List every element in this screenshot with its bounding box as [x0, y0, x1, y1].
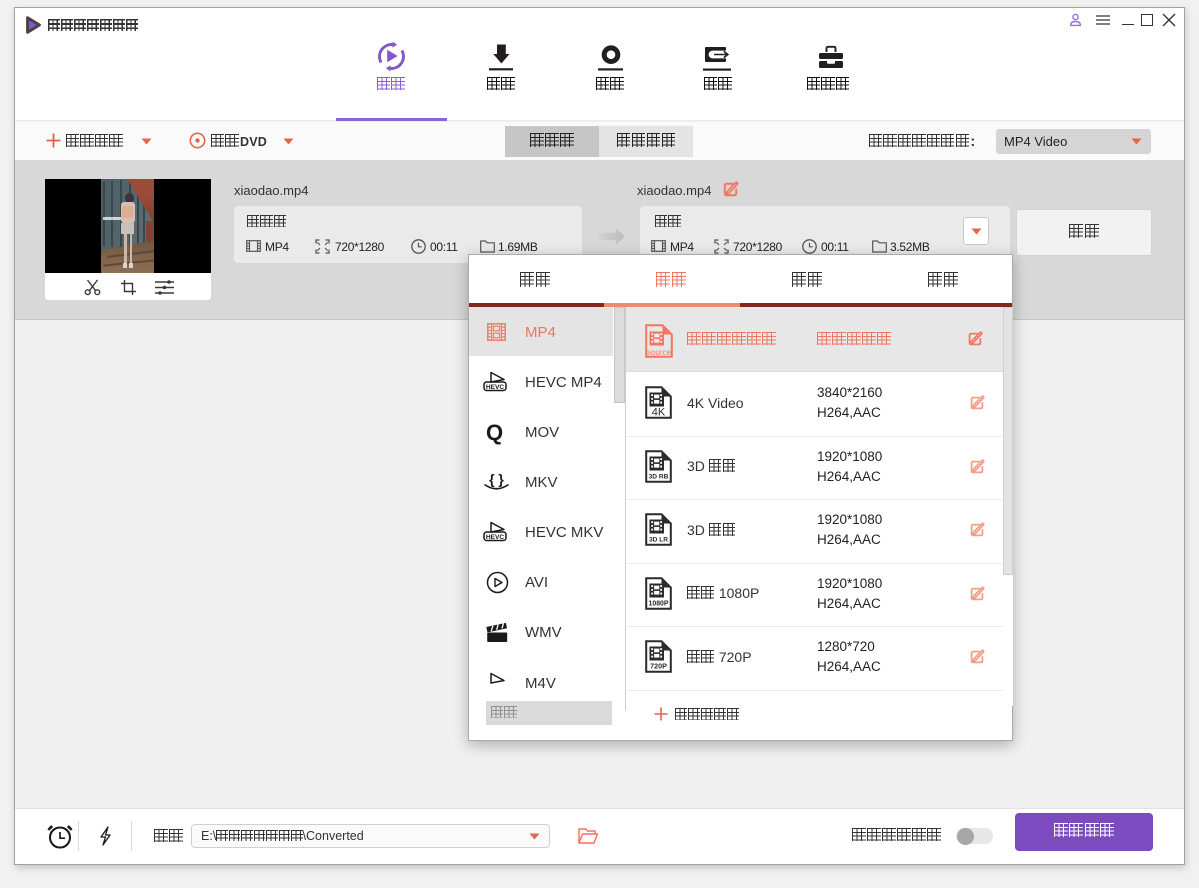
svg-text:720P: 720P	[650, 662, 667, 671]
svg-text:1080P: 1080P	[649, 601, 669, 608]
svg-text:4K: 4K	[652, 407, 666, 419]
svg-text:3D LR: 3D LR	[649, 537, 668, 544]
svg-text:HEVC: HEVC	[486, 384, 505, 391]
svg-text:HEVC: HEVC	[486, 534, 505, 541]
svg-text:3D RB: 3D RB	[649, 474, 669, 481]
svg-text:source: source	[647, 348, 672, 357]
svg-text:{ }: { }	[489, 471, 504, 487]
